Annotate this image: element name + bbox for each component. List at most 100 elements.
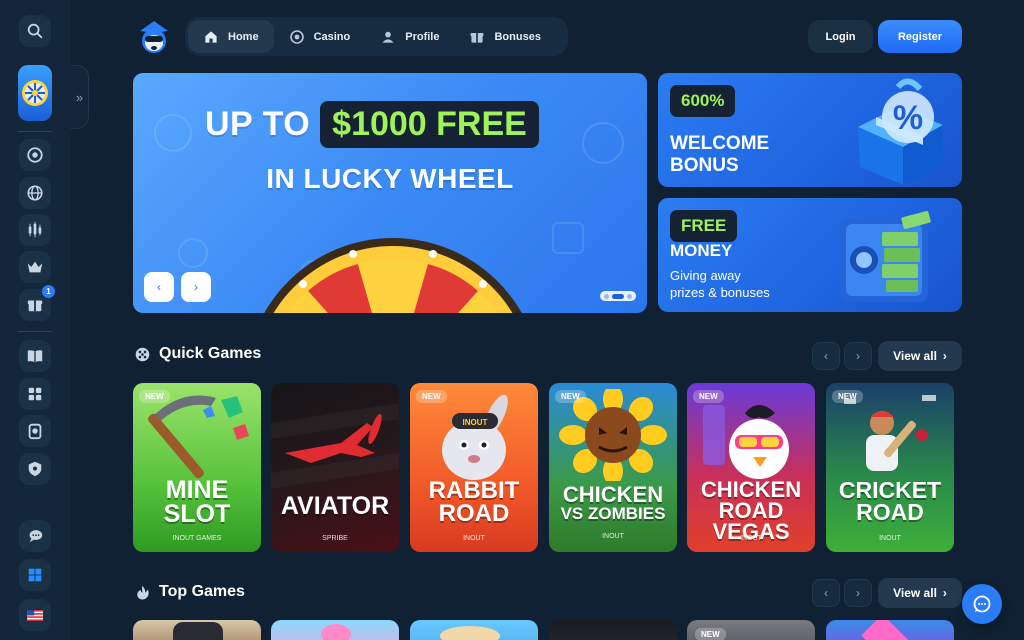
sidebar-item-support[interactable]	[19, 520, 51, 552]
chevron-right-icon: ›	[856, 349, 860, 363]
nav-home-label: Home	[228, 30, 259, 43]
home-icon	[205, 30, 217, 43]
game-card-mine-slot[interactable]: NEW MINE SLOT INOUT GAMES	[133, 383, 261, 552]
pagination-dot-active[interactable]	[612, 293, 624, 299]
sidebar-item-vip[interactable]	[19, 251, 51, 283]
game-provider: SPRIBE	[322, 535, 348, 542]
sidebar-divider	[18, 331, 52, 332]
nav-profile[interactable]: Profile	[365, 20, 454, 53]
hero-pagination[interactable]	[600, 291, 636, 301]
game-provider: INOUT	[740, 535, 762, 542]
game-card-aviator[interactable]: AVIATOR SPRIBE	[271, 383, 399, 552]
quick-games-heading: Quick Games	[134, 345, 261, 363]
hero-amount: $1000 FREE	[320, 101, 539, 148]
ticket-icon	[28, 423, 42, 440]
top-games-title: Top Games	[159, 583, 245, 600]
welcome-bonus-card[interactable]: 600% WELCOME BONUS %	[658, 73, 962, 187]
game-title-line: ROAD	[438, 499, 510, 527]
us-flag-icon	[27, 609, 43, 621]
language-selector[interactable]	[19, 599, 51, 631]
chevron-left-icon: ‹	[157, 280, 161, 294]
hero-headline: UP TO $1000 FREE	[205, 101, 539, 148]
pagination-dot[interactable]	[627, 293, 632, 299]
top-games-next-button[interactable]: ›	[844, 579, 872, 607]
puzzle-icon	[28, 387, 42, 401]
wheel-icon	[22, 80, 48, 106]
casino-chip-icon	[289, 29, 304, 44]
hero-banner[interactable]: UP TO $1000 FREE IN LUCKY WHEEL ‹ ›	[133, 73, 647, 313]
register-button[interactable]: Register	[878, 20, 962, 53]
game-card-cricket-road[interactable]: NEW CRICKET ROAD INOUT	[826, 383, 954, 552]
nav-bonuses[interactable]: Bonuses	[454, 20, 555, 53]
sidebar-item-gifts[interactable]: 1	[19, 285, 55, 321]
sidebar-item-security[interactable]	[19, 453, 51, 485]
game-card-rabbit-road[interactable]: INOUT NEW RABBIT ROAD INOUT	[410, 383, 538, 552]
sidebar-item-trading[interactable]	[19, 214, 51, 246]
logo[interactable]	[134, 17, 174, 57]
nav-casino[interactable]: Casino	[274, 20, 366, 53]
sidebar-item-windows-app[interactable]	[19, 559, 51, 591]
top-game-card[interactable]	[133, 620, 261, 640]
new-badge: NEW	[139, 390, 170, 403]
game-title-line: SLOT	[163, 499, 231, 528]
chevron-right-icon: ›	[856, 586, 860, 600]
sidebar-expand-button[interactable]: »	[71, 65, 89, 129]
hero-next-button[interactable]: ›	[181, 272, 211, 302]
aviator-plane-illustration	[271, 403, 399, 489]
sidebar-item-lottery[interactable]	[19, 415, 51, 447]
quick-games-prev-button[interactable]: ‹	[812, 342, 840, 370]
shield-icon	[28, 461, 42, 477]
sidebar-divider	[18, 131, 52, 132]
game-card-chicken-road-vegas[interactable]: NEW CHICKEN ROAD VEGAS INOUT	[687, 383, 815, 552]
promo-subtitle-line: prizes & bonuses	[670, 285, 770, 300]
book-icon	[27, 350, 43, 363]
svg-text:INOUT: INOUT	[463, 418, 488, 427]
nav-casino-label: Casino	[313, 30, 351, 43]
game-title: CRICKET ROAD	[826, 479, 954, 524]
live-chat-button[interactable]	[962, 584, 1002, 624]
free-money-card[interactable]: FREE MONEY Giving away prizes & bonuses	[658, 198, 962, 312]
new-badge: NEW	[555, 390, 586, 403]
safe-with-money-illustration	[840, 211, 931, 302]
top-game-card[interactable]	[549, 620, 677, 640]
top-game-card[interactable]	[271, 620, 399, 640]
sidebar-item-rules[interactable]	[19, 340, 51, 372]
hero-headline-prefix: UP TO	[205, 105, 311, 143]
nav-home[interactable]: Home	[188, 20, 274, 53]
sidebar: 1	[0, 0, 71, 640]
game-provider: INOUT GAMES	[172, 535, 222, 542]
search-icon	[27, 23, 43, 39]
top-game-card[interactable]	[826, 620, 954, 640]
sidebar-item-sports[interactable]	[19, 177, 51, 209]
quick-games-next-button[interactable]: ›	[844, 342, 872, 370]
sidebar-item-casino[interactable]	[19, 139, 51, 171]
top-games-prev-button[interactable]: ‹	[812, 579, 840, 607]
game-provider: INOUT	[879, 535, 901, 542]
search-button[interactable]	[19, 15, 51, 47]
hero-prev-button[interactable]: ‹	[144, 272, 174, 302]
promo-title: MONEY	[670, 241, 733, 260]
game-title-line: VS ZOMBIES	[560, 503, 666, 523]
user-icon	[382, 31, 394, 43]
top-games-view-all-button[interactable]: View all ›	[878, 578, 962, 608]
globe-icon	[27, 185, 43, 201]
top-game-card[interactable]: NEW	[687, 620, 815, 640]
game-card-chicken-vs-zombies[interactable]: NEW CHICKEN VS ZOMBIES INOUT	[549, 383, 677, 552]
hero-subheadline: IN LUCKY WHEEL	[266, 163, 514, 194]
new-badge: NEW	[416, 390, 447, 403]
quick-games-view-all-button[interactable]: View all ›	[878, 341, 962, 371]
sidebar-item-games[interactable]	[19, 378, 51, 410]
mascot-logo-icon	[140, 21, 168, 53]
game-title: MINE SLOT	[133, 478, 261, 528]
chicken-with-sunglasses-illustration	[703, 405, 789, 479]
promo-subtitle: Giving away prizes & bonuses	[670, 267, 770, 301]
lucky-wheel-illustration	[264, 238, 522, 313]
candles-icon	[28, 221, 42, 238]
login-button[interactable]: Login	[808, 20, 873, 53]
pagination-dot[interactable]	[604, 293, 609, 299]
crown-icon	[27, 261, 43, 273]
top-game-card[interactable]	[410, 620, 538, 640]
promo-tag: 600%	[670, 85, 736, 117]
promo-title-line: WELCOME	[670, 133, 770, 154]
lucky-wheel-shortcut[interactable]	[18, 65, 52, 121]
